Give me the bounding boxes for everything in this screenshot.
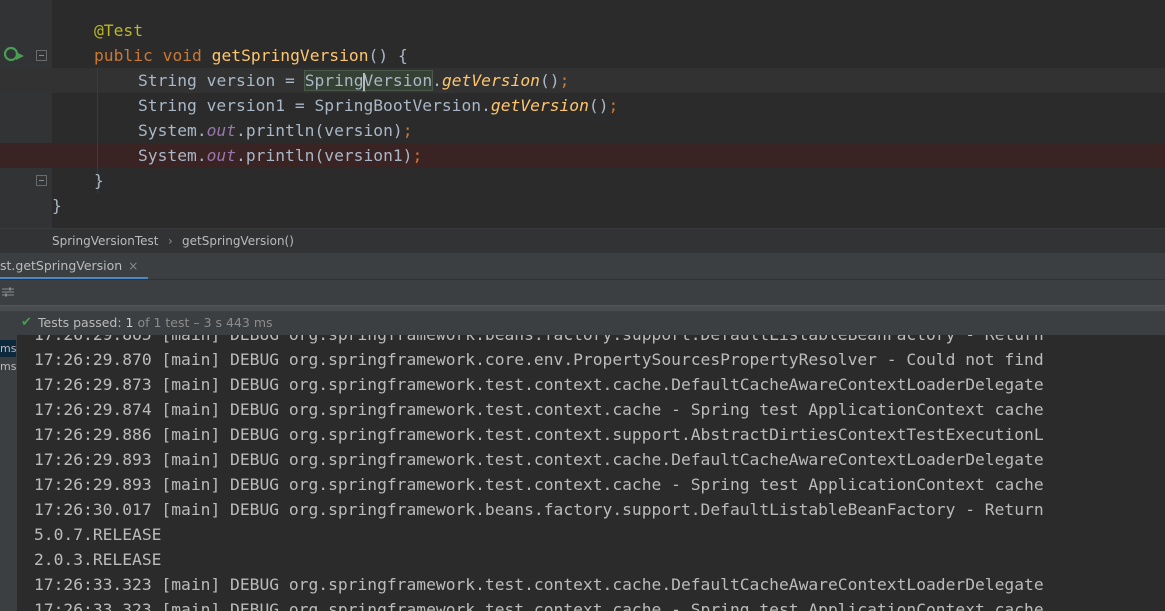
closing-brace: } (52, 196, 62, 215)
static-field-out: out (206, 121, 237, 140)
test-tree-item[interactable]: ms (0, 340, 17, 357)
breadcrumb: SpringVersionTest › getSpringVersion() (0, 228, 1165, 253)
method-parens: () (368, 46, 389, 65)
code-line[interactable]: } (0, 193, 1165, 218)
console-line: 17:26:29.886 [main] DEBUG org.springfram… (34, 425, 1044, 444)
call-parens: () (588, 96, 609, 115)
check-icon: ✔ (21, 315, 32, 330)
console-line: 17:26:29.873 [main] DEBUG org.springfram… (34, 375, 1044, 394)
console-line: 17:26:29.870 [main] DEBUG org.springfram… (34, 350, 1044, 369)
status-of-total: of 1 test (133, 315, 190, 330)
code-line[interactable]: @Test (0, 18, 1165, 43)
static-field-out: out (206, 146, 237, 165)
test-tree-panel[interactable]: ms ms (0, 335, 17, 611)
code-line[interactable]: public void getSpringVersion() { (0, 43, 1165, 68)
close-icon[interactable]: × (128, 259, 138, 273)
console-line: 17:26:29.893 [main] DEBUG org.springfram… (34, 450, 1044, 469)
console-line: 17:26:29.874 [main] DEBUG org.springfram… (34, 400, 1044, 419)
class-system: System. (138, 146, 207, 165)
run-toolbar (0, 280, 1165, 305)
type-string: String (138, 71, 197, 90)
run-tab-bar: st.getSpringVersion × (0, 253, 1165, 280)
console-line: 17:26:30.017 [main] DEBUG org.springfram… (34, 500, 1044, 519)
console-output[interactable]: 17:26:29.865 [main] DEBUG org.springfram… (17, 335, 1165, 611)
code-line[interactable]: System.out.println(version1); (0, 143, 1165, 168)
class-name-part: Spring (304, 71, 364, 90)
console-line: 17:26:33.323 [main] DEBUG org.springfram… (34, 600, 1044, 611)
settings-sliders-icon[interactable] (2, 287, 14, 297)
console-line: 17:26:33.323 [main] DEBUG org.springfram… (34, 575, 1044, 594)
semicolon: ; (559, 71, 570, 90)
class-system: System. (138, 121, 207, 140)
run-tab-label: st.getSpringVersion (0, 258, 123, 273)
test-status-text: Tests passed: 1 of 1 test – 3 s 443 ms (38, 311, 273, 335)
method-name: getSpringVersion (211, 46, 369, 65)
test-tree-item[interactable]: ms (0, 358, 16, 375)
println-call: .println(version) (236, 121, 403, 140)
statement-text: String version1 = SpringBootVersion. (138, 96, 491, 115)
breadcrumb-separator: › (168, 234, 173, 248)
run-tab[interactable]: st.getSpringVersion × (0, 253, 149, 279)
console-line: 17:26:29.893 [main] DEBUG org.springfram… (34, 475, 1044, 494)
status-duration: – 3 s 443 ms (189, 315, 273, 330)
call-parens: () (539, 71, 560, 90)
code-line[interactable]: System.out.println(version); (0, 118, 1165, 143)
println-call: .println(version1) (236, 146, 413, 165)
annotation-test: @Test (94, 21, 144, 40)
semicolon: ; (412, 146, 423, 165)
console-line: 17:26:29.865 [main] DEBUG org.springfram… (34, 335, 1044, 347)
code-line[interactable]: String version = SpringVersion.getVersio… (0, 68, 1165, 93)
highlighted-identifier: SpringVersion (303, 70, 434, 91)
breadcrumb-method[interactable]: getSpringVersion() (182, 229, 294, 253)
variable-version: version = (206, 71, 295, 90)
code-editor[interactable]: @Test public void getSpringVersion() { S… (0, 0, 1165, 228)
dot: . (432, 71, 442, 90)
console-line: 2.0.3.RELEASE (34, 550, 162, 569)
keyword-void: void (162, 46, 202, 65)
static-call: getVersion (441, 71, 540, 90)
class-name-part: Version (363, 71, 433, 90)
semicolon: ; (402, 121, 413, 140)
status-prefix: Tests passed: (38, 315, 126, 330)
keyword-public: public (94, 46, 153, 65)
static-call: getVersion (490, 96, 589, 115)
code-line[interactable]: String version1 = SpringBootVersion.getV… (0, 93, 1165, 118)
semicolon: ; (608, 96, 619, 115)
breadcrumb-class[interactable]: SpringVersionTest (52, 229, 158, 253)
console-line: 5.0.7.RELEASE (34, 525, 162, 544)
method-brace: { (397, 46, 408, 65)
closing-brace: } (94, 171, 104, 190)
test-status-bar: ✔ Tests passed: 1 of 1 test – 3 s 443 ms (0, 311, 1165, 335)
code-line[interactable]: } (0, 168, 1165, 193)
